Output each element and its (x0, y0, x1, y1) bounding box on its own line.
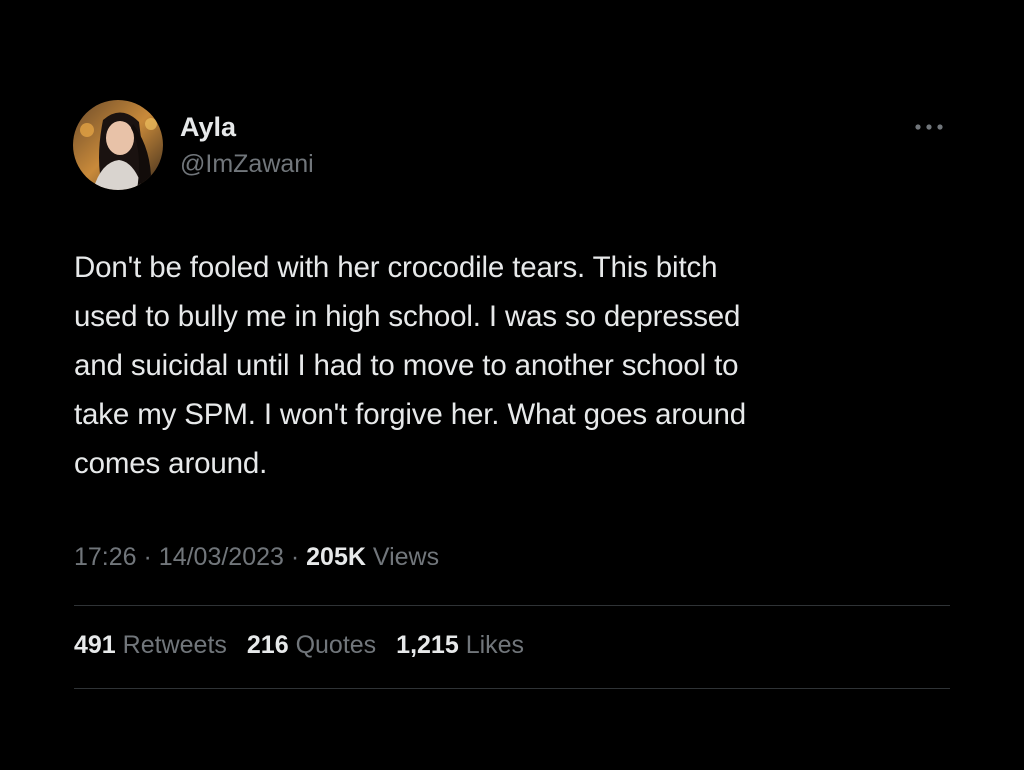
quotes-count: 216 (246, 631, 289, 659)
likes-count: 1,215 (396, 631, 459, 659)
tweet-date[interactable]: 14/03/2023 (159, 543, 284, 571)
likes-stat[interactable]: 1,215 Likes (396, 631, 524, 660)
likes-label: Likes (465, 631, 525, 659)
retweets-stat[interactable]: 491 Retweets (74, 631, 227, 660)
views-count: 205K (306, 543, 366, 571)
author-display-name[interactable]: Ayla (180, 112, 236, 143)
more-options-button[interactable] (906, 110, 952, 144)
profile-photo-icon (73, 100, 163, 190)
tweet-time[interactable]: 17:26 (74, 543, 137, 571)
tweet-detail: Ayla @ImZawani Don't be fooled with her … (0, 0, 1024, 770)
engagement-stats: 491 Retweets 216 Quotes 1,215 Likes (74, 631, 524, 660)
ellipsis-horizontal-icon (915, 124, 943, 130)
author-handle[interactable]: @ImZawani (180, 150, 314, 179)
tweet-text: Don't be fooled with her crocodile tears… (74, 251, 747, 480)
divider (74, 688, 950, 689)
quotes-label: Quotes (295, 631, 377, 659)
divider (74, 605, 950, 606)
quotes-stat[interactable]: 216 Quotes (247, 631, 376, 660)
views-label: Views (372, 543, 440, 571)
retweets-label: Retweets (122, 631, 227, 659)
tweet-meta: 17:26 · 14/03/2023 · 205K Views (74, 543, 439, 572)
retweets-count: 491 (74, 631, 116, 659)
meta-separator: · (290, 543, 300, 571)
meta-separator: · (143, 543, 152, 571)
avatar[interactable] (73, 100, 163, 190)
